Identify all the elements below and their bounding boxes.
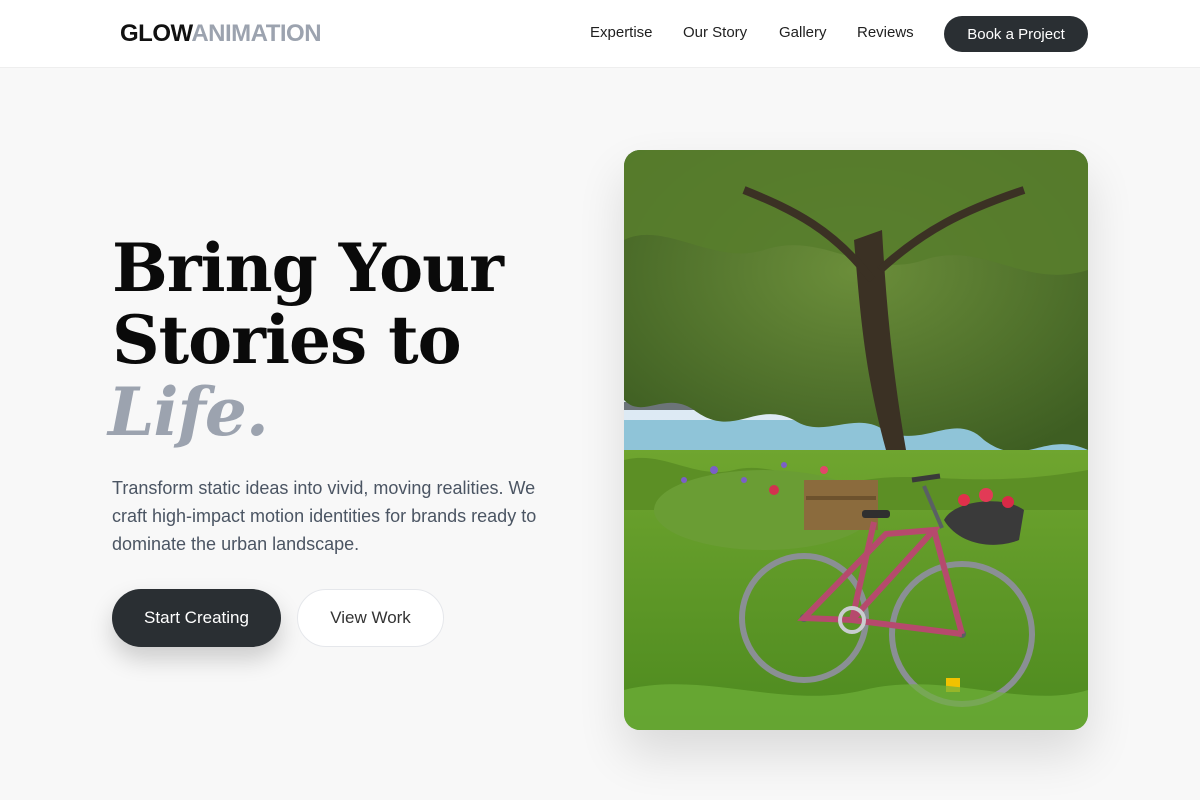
- nav-link-gallery[interactable]: Gallery: [779, 24, 827, 41]
- hero-title-line-2: Stories to: [112, 301, 462, 379]
- nav-link-reviews[interactable]: Reviews: [857, 24, 914, 41]
- brand-logo[interactable]: GLOWANIMATION: [120, 20, 322, 48]
- logo-part-animation: ANIMATION: [191, 20, 322, 47]
- logo-part-glow: GLOW: [120, 20, 192, 47]
- hero-image: [624, 150, 1088, 730]
- hero-title-accent: Life.: [108, 373, 269, 451]
- hero-subtitle: Transform static ideas into vivid, movin…: [112, 478, 537, 554]
- bicycle-photo-icon: [624, 150, 1088, 730]
- start-creating-button[interactable]: Start Creating: [112, 589, 281, 647]
- nav-link-expertise[interactable]: Expertise: [590, 24, 653, 41]
- top-navigation: GLOWANIMATION Expertise Our Story Galler…: [0, 0, 1200, 68]
- hero-title: Bring Your Stories to Life.: [108, 229, 572, 448]
- book-project-button[interactable]: Book a Project: [944, 16, 1088, 52]
- nav-link-our-story[interactable]: Our Story: [683, 24, 747, 41]
- hero-title-line-1: Bring Your: [112, 229, 504, 307]
- view-work-button[interactable]: View Work: [297, 589, 444, 647]
